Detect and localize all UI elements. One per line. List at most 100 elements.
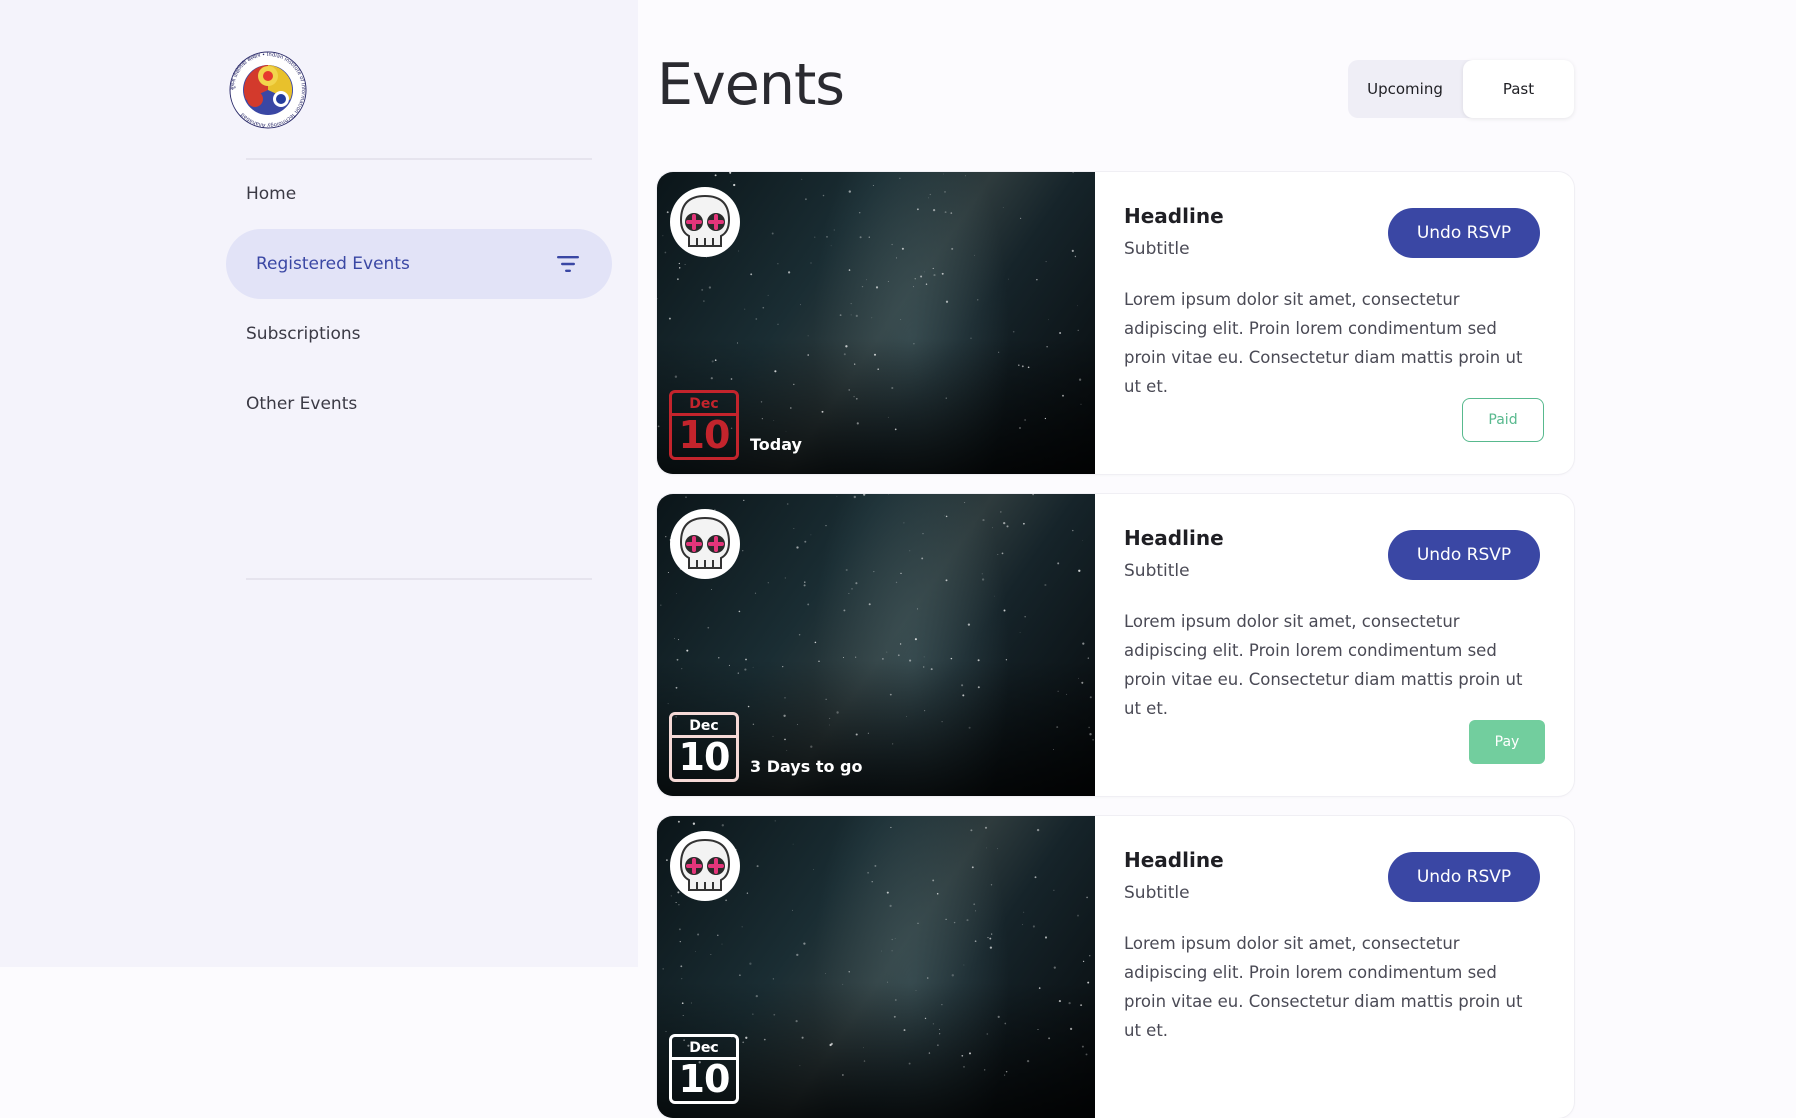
star (888, 281, 889, 282)
star (886, 652, 887, 653)
star (915, 278, 916, 279)
star (739, 974, 741, 976)
star (837, 496, 838, 497)
undo-rsvp-button[interactable]: Undo RSVP (1388, 530, 1540, 580)
star (1000, 511, 1002, 513)
star (826, 699, 827, 700)
star (987, 937, 988, 938)
star (1018, 364, 1020, 366)
star (1023, 523, 1025, 525)
star (742, 927, 743, 928)
star (715, 359, 717, 361)
date-day: 10 (672, 416, 736, 454)
star (1048, 1037, 1050, 1039)
star (796, 1020, 798, 1022)
star (974, 255, 975, 256)
star (752, 1014, 753, 1015)
star (745, 1037, 747, 1039)
star (1044, 584, 1046, 586)
star (658, 426, 660, 428)
pay-button[interactable]: Pay (1469, 720, 1545, 764)
sidebar-item-subscriptions[interactable]: Subscriptions (226, 299, 612, 369)
star (1086, 897, 1088, 899)
star (924, 272, 925, 273)
star (939, 1029, 940, 1030)
event-card[interactable]: Dec 10 3 Days to go Headline Subtitle Lo… (657, 494, 1574, 796)
undo-rsvp-button[interactable]: Undo RSVP (1388, 852, 1540, 902)
star (890, 694, 892, 696)
star (679, 267, 680, 268)
star (729, 172, 731, 174)
filter-icon[interactable] (556, 255, 580, 273)
star (680, 941, 681, 942)
star (871, 317, 872, 318)
star (748, 706, 750, 708)
star (864, 1060, 865, 1061)
star (918, 923, 919, 924)
star (1072, 530, 1073, 531)
star (731, 378, 733, 380)
star (933, 209, 935, 211)
sidebar-item-home[interactable]: Home (226, 159, 612, 229)
star (923, 666, 924, 667)
paid-badge-button[interactable]: Paid (1462, 398, 1544, 442)
sidebar-item-other-events[interactable]: Other Events (226, 369, 612, 439)
star (666, 1031, 667, 1032)
star (856, 733, 858, 735)
star (742, 1041, 744, 1043)
star (1058, 691, 1059, 692)
star (849, 190, 851, 192)
star (982, 578, 984, 580)
star (851, 303, 852, 304)
star (686, 650, 688, 652)
star (1002, 553, 1004, 555)
star (1075, 256, 1076, 257)
undo-rsvp-button[interactable]: Undo RSVP (1388, 208, 1540, 258)
star (997, 848, 998, 849)
star (1053, 749, 1054, 750)
sidebar: सूचना प्रौद्योगिकी संस्थान • Indian Inst… (0, 0, 638, 967)
star (890, 827, 891, 828)
star (970, 338, 971, 339)
star (881, 951, 882, 952)
star (954, 922, 955, 923)
star (1090, 696, 1092, 698)
star (669, 318, 671, 320)
event-subtitle: Subtitle (1124, 239, 1190, 259)
star (1070, 1028, 1072, 1030)
event-card[interactable]: Dec 10 Headline Subtitle Lorem ipsum dol… (657, 816, 1574, 1118)
star (739, 611, 741, 613)
star (683, 1015, 684, 1016)
star (777, 263, 778, 264)
star (805, 198, 807, 200)
star (786, 750, 787, 751)
countdown-label: Today (750, 435, 802, 454)
star (895, 429, 897, 431)
star (676, 593, 677, 594)
star (904, 1029, 906, 1031)
page-title: Events (657, 52, 844, 118)
star (756, 995, 758, 997)
event-card[interactable]: Dec 10 Today Headline Subtitle Lorem ips… (657, 172, 1574, 474)
star (707, 627, 709, 629)
star (811, 535, 812, 536)
star (1066, 694, 1067, 695)
institute-logo[interactable]: सूचना प्रौद्योगिकी संस्थान • Indian Inst… (228, 50, 308, 130)
star (939, 1033, 940, 1034)
star (961, 684, 963, 686)
star (1019, 427, 1021, 429)
event-description: Lorem ipsum dolor sit amet, consectetur … (1124, 929, 1544, 1045)
star (860, 236, 862, 238)
star (930, 194, 931, 195)
star (829, 718, 830, 719)
star (853, 396, 854, 397)
star (1088, 727, 1089, 728)
tab-past[interactable]: Past (1463, 60, 1574, 118)
tab-upcoming[interactable]: Upcoming (1348, 60, 1462, 118)
star (744, 669, 746, 671)
star (874, 354, 876, 356)
star (761, 401, 762, 402)
sidebar-item-registered-events[interactable]: Registered Events (226, 229, 612, 299)
star (951, 248, 953, 250)
star (923, 533, 924, 534)
